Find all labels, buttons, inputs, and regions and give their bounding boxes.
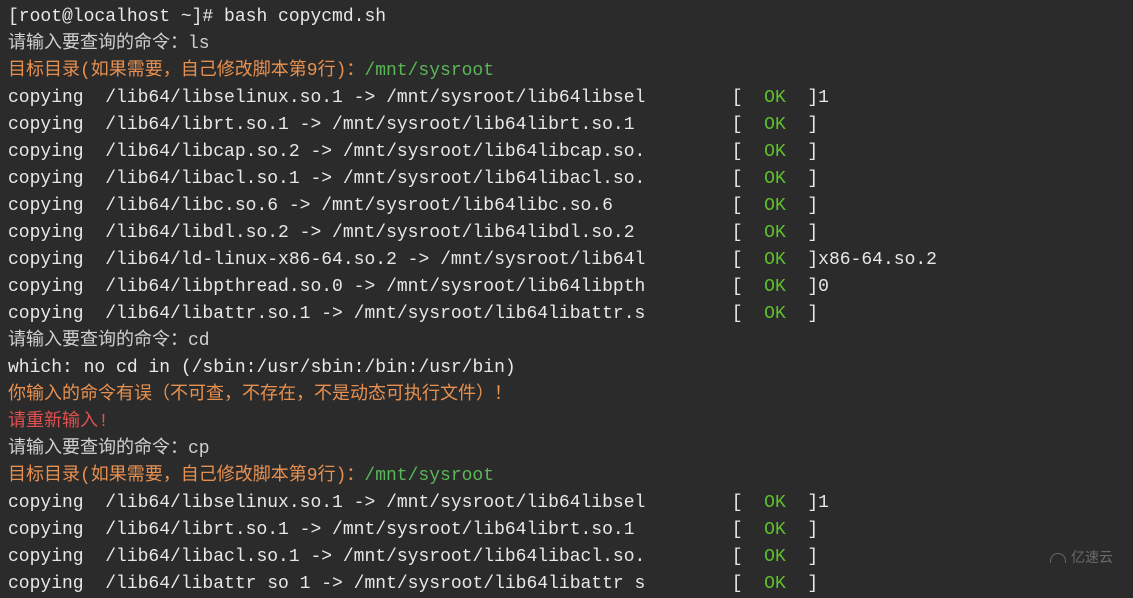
close-bracket-suffix: ]	[786, 520, 818, 540]
copy-path: /lib64/libpthread.so.0 -> /mnt/sysroot/l…	[105, 277, 732, 297]
copy-path: /lib64/libselinux.so.1 -> /mnt/sysroot/l…	[105, 493, 732, 513]
copy-block-1: copying /lib64/libselinux.so.1 -> /mnt/s…	[8, 85, 1125, 328]
target-dir-value: /mnt/sysroot	[364, 466, 494, 486]
copy-line: copying /lib64/libattr.so.1 -> /mnt/sysr…	[8, 301, 1125, 328]
copy-path: /lib64/librt.so.1 -> /mnt/sysroot/lib64l…	[105, 520, 732, 540]
copy-prefix: copying	[8, 196, 105, 216]
open-bracket: [	[732, 574, 764, 594]
ok-status: OK	[764, 196, 786, 216]
copy-line: copying /lib64/libpthread.so.0 -> /mnt/s…	[8, 274, 1125, 301]
open-bracket: [	[732, 493, 764, 513]
open-bracket: [	[732, 115, 764, 135]
close-bracket-suffix: ]x86-64.so.2	[786, 250, 937, 270]
ok-status: OK	[764, 574, 786, 594]
ok-status: OK	[764, 142, 786, 162]
copy-prefix: copying	[8, 574, 105, 594]
copy-prefix: copying	[8, 547, 105, 567]
open-bracket: [	[732, 88, 764, 108]
copy-line: copying /lib64/libselinux.so.1 -> /mnt/s…	[8, 85, 1125, 112]
copy-path: /lib64/libacl.so.1 -> /mnt/sysroot/lib64…	[105, 169, 732, 189]
close-bracket-suffix: ]0	[786, 277, 829, 297]
close-bracket-suffix: ]	[786, 169, 818, 189]
watermark: 亿速云	[1050, 547, 1113, 568]
ok-status: OK	[764, 223, 786, 243]
copy-prefix: copying	[8, 493, 105, 513]
ok-status: OK	[764, 520, 786, 540]
copy-line: copying /lib64/libdl.so.2 -> /mnt/sysroo…	[8, 220, 1125, 247]
copy-prefix: copying	[8, 142, 105, 162]
target-dir-line-2: 目标目录(如果需要，自己修改脚本第9行)：/mnt/sysroot	[8, 463, 1125, 490]
watermark-text: 亿速云	[1071, 547, 1113, 568]
copy-line: copying /lib64/libacl.so.1 -> /mnt/sysro…	[8, 544, 1125, 571]
input-prompt-2: 请输入要查询的命令：cd	[8, 328, 1125, 355]
close-bracket-suffix: ]	[786, 115, 818, 135]
copy-prefix: copying	[8, 304, 105, 324]
ok-status: OK	[764, 250, 786, 270]
copy-path: /lib64/libdl.so.2 -> /mnt/sysroot/lib64l…	[105, 223, 732, 243]
open-bracket: [	[732, 520, 764, 540]
close-bracket-suffix: ]1	[786, 88, 829, 108]
copy-path: /lib64/ld-linux-x86-64.so.2 -> /mnt/sysr…	[105, 250, 732, 270]
open-bracket: [	[732, 169, 764, 189]
target-dir-line-1: 目标目录(如果需要，自己修改脚本第9行)：/mnt/sysroot	[8, 58, 1125, 85]
target-dir-value: /mnt/sysroot	[364, 61, 494, 81]
close-bracket-suffix: ]	[786, 223, 818, 243]
open-bracket: [	[732, 142, 764, 162]
close-bracket-suffix: ]	[786, 304, 818, 324]
open-bracket: [	[732, 277, 764, 297]
error-line: 你输入的命令有误（不可查，不存在，不是动态可执行文件）！	[8, 382, 1125, 409]
copy-path: /lib64/libc.so.6 -> /mnt/sysroot/lib64li…	[105, 196, 732, 216]
copy-prefix: copying	[8, 169, 105, 189]
open-bracket: [	[732, 196, 764, 216]
open-bracket: [	[732, 223, 764, 243]
which-error: which: no cd in (/sbin:/usr/sbin:/bin:/u…	[8, 355, 1125, 382]
copy-prefix: copying	[8, 88, 105, 108]
open-bracket: [	[732, 250, 764, 270]
ok-status: OK	[764, 547, 786, 567]
copy-path: /lib64/librt.so.1 -> /mnt/sysroot/lib64l…	[105, 115, 732, 135]
copy-line: copying /lib64/libselinux.so.1 -> /mnt/s…	[8, 490, 1125, 517]
copy-path: /lib64/libcap.so.2 -> /mnt/sysroot/lib64…	[105, 142, 732, 162]
copy-path: /lib64/libselinux.so.1 -> /mnt/sysroot/l…	[105, 88, 732, 108]
input-prompt-1: 请输入要查询的命令：ls	[8, 31, 1125, 58]
prompt-line: [root@localhost ~]# bash copycmd.sh	[8, 4, 1125, 31]
target-dir-label: 目标目录(如果需要，自己修改脚本第9行)：	[8, 61, 364, 81]
copy-block-2: copying /lib64/libselinux.so.1 -> /mnt/s…	[8, 490, 1125, 598]
terminal-output: [root@localhost ~]# bash copycmd.sh 请输入要…	[8, 4, 1125, 598]
close-bracket-suffix: ]	[786, 547, 818, 567]
cloud-icon	[1050, 553, 1066, 563]
close-bracket-suffix: ]	[786, 574, 818, 594]
input-prompt-3: 请输入要查询的命令：cp	[8, 436, 1125, 463]
copy-path: /lib64/libacl.so.1 -> /mnt/sysroot/lib64…	[105, 547, 732, 567]
close-bracket-suffix: ]	[786, 196, 818, 216]
copy-line: copying /lib64/librt.so.1 -> /mnt/sysroo…	[8, 112, 1125, 139]
open-bracket: [	[732, 547, 764, 567]
copy-prefix: copying	[8, 223, 105, 243]
copy-prefix: copying	[8, 115, 105, 135]
ok-status: OK	[764, 493, 786, 513]
copy-prefix: copying	[8, 520, 105, 540]
ok-status: OK	[764, 169, 786, 189]
copy-line: copying /lib64/libattr so 1 -> /mnt/sysr…	[8, 571, 1125, 598]
close-bracket-suffix: ]1	[786, 493, 829, 513]
copy-prefix: copying	[8, 277, 105, 297]
copy-line: copying /lib64/libcap.so.2 -> /mnt/sysro…	[8, 139, 1125, 166]
close-bracket-suffix: ]	[786, 142, 818, 162]
ok-status: OK	[764, 115, 786, 135]
copy-line: copying /lib64/libacl.so.1 -> /mnt/sysro…	[8, 166, 1125, 193]
target-dir-label: 目标目录(如果需要，自己修改脚本第9行)：	[8, 466, 364, 486]
ok-status: OK	[764, 88, 786, 108]
open-bracket: [	[732, 304, 764, 324]
copy-path: /lib64/libattr.so.1 -> /mnt/sysroot/lib6…	[105, 304, 732, 324]
ok-status: OK	[764, 277, 786, 297]
copy-line: copying /lib64/libc.so.6 -> /mnt/sysroot…	[8, 193, 1125, 220]
ok-status: OK	[764, 304, 786, 324]
retry-line: 请重新输入!	[8, 409, 1125, 436]
copy-path: /lib64/libattr so 1 -> /mnt/sysroot/lib6…	[105, 574, 732, 594]
copy-prefix: copying	[8, 250, 105, 270]
copy-line: copying /lib64/ld-linux-x86-64.so.2 -> /…	[8, 247, 1125, 274]
copy-line: copying /lib64/librt.so.1 -> /mnt/sysroo…	[8, 517, 1125, 544]
